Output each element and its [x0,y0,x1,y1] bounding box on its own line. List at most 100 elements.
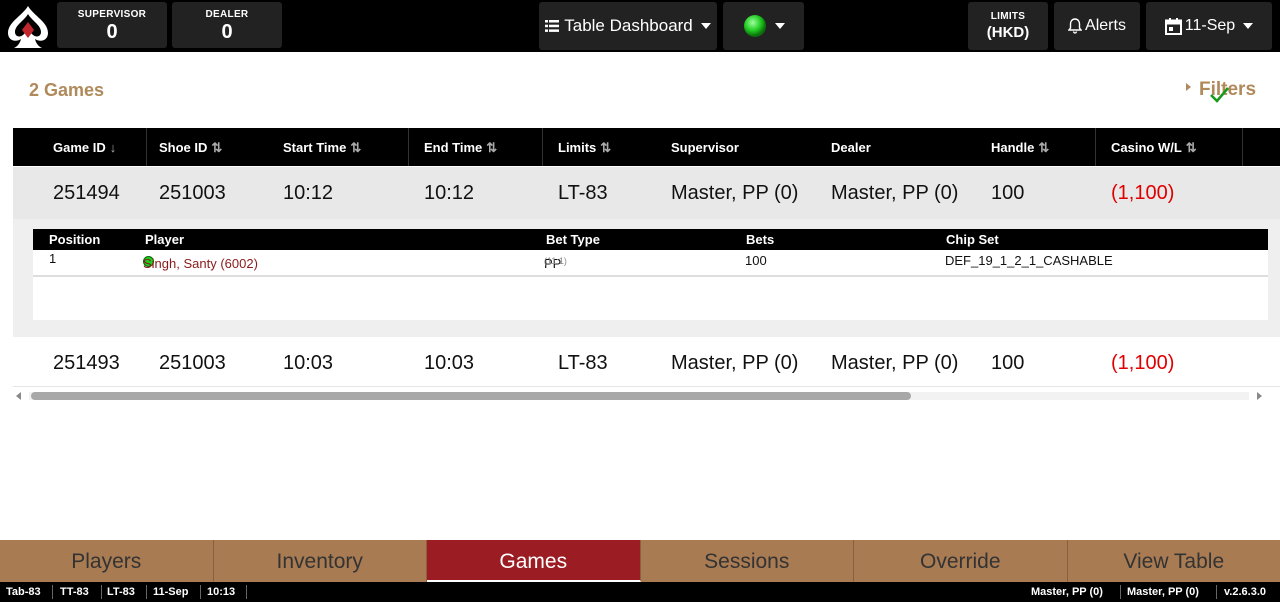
supervisor-cell: Master, PP (0) [671,352,799,374]
supervisor-count-box: SUPERVISOR 0 [57,2,167,48]
status-lt: LT-83 [107,586,135,598]
limits-cell: LT-83 [558,352,608,374]
status-supervisor: Master, PP (0) [1031,586,1103,598]
spade-logo-icon[interactable] [4,2,52,50]
handle-cell: 100 [991,182,1025,204]
sort-icon: ⇅ [350,140,362,155]
col-casino-wl[interactable]: Casino W/L ⇅ [1111,140,1197,156]
bottom-tabs: Players Inventory Games Sessions Overrid… [0,540,1280,582]
game-id-cell: 251494 [53,182,120,204]
col-dealer: Dealer [831,140,871,155]
dealer-count-box: DEALER 0 [172,2,282,48]
sort-icon: ⇅ [1185,140,1197,155]
col-limits[interactable]: Limits ⇅ [558,140,611,156]
status-dealer: Master, PP (0) [1127,586,1199,598]
sort-icon: ⇅ [486,140,498,155]
sort-icon: ⇅ [600,140,612,155]
shoe-id-cell: 251003 [159,352,226,374]
scrollbar-thumb[interactable] [31,392,911,400]
limits-cell: LT-83 [558,182,608,204]
casino-wl-cell: (1,100) [1111,352,1175,374]
calendar-icon [1164,17,1182,35]
handle-cell: 100 [991,352,1025,374]
status-version: v.2.6.3.0 [1224,586,1266,598]
games-panel: 2 Games Filters Game ID ↓ Shoe ID ⇅ Start … [0,52,1280,540]
tab-inventory[interactable]: Inventory [214,540,427,582]
sort-down-icon: ↓ [109,140,117,155]
status-date: 11-Sep [153,586,189,598]
caret-right-icon [1186,82,1191,91]
table-dashboard-label: Table Dashboard [564,16,693,35]
chip-set-cell: DEF_19_1_2_1_CASHABLE [945,253,1113,268]
col-game-id[interactable]: Game ID ↓ [53,140,116,155]
game-detail-panel: Position Player Bet Type Bets Chip Set 1… [13,219,1280,337]
col-bet-type: Bet Type [546,232,600,247]
limits-label: LIMITS [990,11,1026,22]
col-handle[interactable]: Handle ⇅ [991,140,1049,156]
status-table: Tab-83 [6,586,41,598]
tab-sessions[interactable]: Sessions [641,540,854,582]
chevron-down-icon [700,23,711,29]
dealer-label: DEALER [205,9,249,20]
status-time: 10:13 [207,586,236,598]
horizontal-scrollbar[interactable] [13,389,1268,403]
bell-icon [1068,18,1083,34]
chevron-down-icon [774,23,785,29]
col-player: Player [145,232,185,247]
game-id-cell: 251493 [53,352,120,374]
games-count: 2 Games [29,80,105,100]
col-end-time[interactable]: End Time ⇅ [424,140,497,156]
casino-wl-cell: (1,100) [1111,182,1175,204]
shoe-id-cell: 251003 [159,182,226,204]
col-supervisor: Supervisor [671,140,739,155]
start-time-cell: 10:12 [283,182,334,204]
scroll-right-icon[interactable] [1257,392,1262,400]
col-start-time[interactable]: Start Time ⇅ [283,140,361,156]
supervisor-label: SUPERVISOR [77,9,147,20]
position-cell: 1 [49,251,57,266]
supervisor-value: 0 [106,21,118,43]
sort-icon: ⇅ [211,140,223,155]
start-time-cell: 10:03 [283,352,334,374]
bets-table-header: Position Player Bet Type Bets Chip Set [33,229,1268,250]
tab-view-table[interactable]: View Table [1068,540,1280,582]
chevron-down-icon [1243,23,1254,29]
col-position: Position [49,232,101,247]
table-row[interactable]: 251494 251003 10:12 10:12 LT-83 Master, … [13,167,1280,219]
table-row[interactable]: 251493 251003 10:03 10:03 LT-83 Master, … [13,337,1280,387]
check-icon [1210,87,1229,103]
date-dropdown[interactable]: 11-Sep [1146,2,1272,50]
top-bar: SUPERVISOR 0 DEALER 0 Table Dashboard LI… [0,0,1280,52]
end-time-cell: 10:12 [424,182,475,204]
list-icon [545,20,560,32]
col-shoe-id[interactable]: Shoe ID ⇅ [159,140,222,156]
end-time-cell: 10:03 [424,352,475,374]
col-bets: Bets [746,232,775,247]
col-chip-set: Chip Set [946,232,999,247]
games-table-header: Game ID ↓ Shoe ID ⇅ Start Time ⇅ End Time ⇅ … [13,128,1280,166]
bets-table: Position Player Bet Type Bets Chip Set 1… [33,229,1268,320]
supervisor-cell: Master, PP (0) [671,182,799,204]
table-dashboard-dropdown[interactable]: Table Dashboard [539,2,717,50]
bet-row[interactable]: 1 Singh, Santy (6002) PP (11:1) 100 DEF_… [33,250,1268,277]
status-bar: Tab-83 TT-83 LT-83 11-Sep 10:13 Master, … [0,582,1280,602]
bets-cell: 100 [745,253,767,268]
status-light-icon [743,15,766,37]
dealer-cell: Master, PP (0) [831,182,959,204]
scroll-left-icon[interactable] [16,392,21,400]
status-tt: TT-83 [60,586,89,598]
status-dropdown[interactable] [723,2,804,50]
tab-games[interactable]: Games [427,540,641,582]
alerts-button[interactable]: Alerts [1054,2,1140,50]
sort-icon: ⇅ [1038,140,1050,155]
limits-currency: (HKD) [986,24,1030,41]
tab-players[interactable]: Players [0,540,214,582]
player-link[interactable]: Singh, Santy (6002) [143,256,258,271]
dealer-cell: Master, PP (0) [831,352,959,374]
limits-box[interactable]: LIMITS (HKD) [968,2,1048,50]
alerts-label: Alerts [1085,17,1126,34]
bet-odds: (11:1) [544,256,567,266]
dealer-value: 0 [221,21,233,43]
tab-override[interactable]: Override [854,540,1068,582]
date-label: 11-Sep [1184,17,1236,34]
